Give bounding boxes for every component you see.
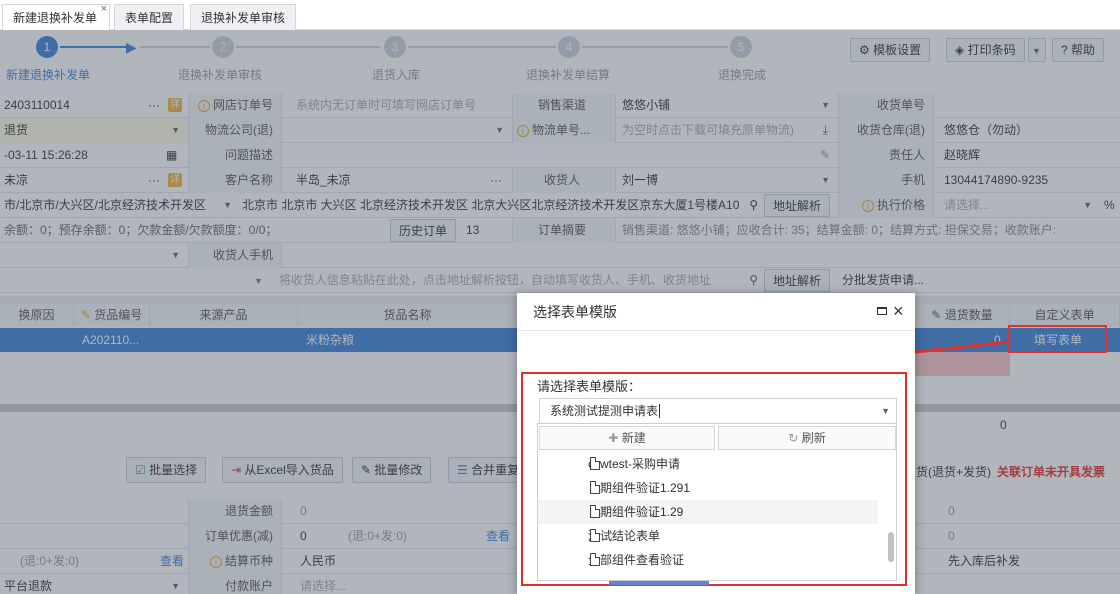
list-item[interactable]: ccwtest-采购申请 [538, 452, 878, 476]
document-icon [590, 457, 600, 470]
plus-icon: ✚ [608, 431, 622, 445]
document-icon [590, 481, 600, 494]
tab-label: 新建退换补发单 [13, 11, 98, 25]
template-prompt: 请选择表单模版： [537, 379, 642, 394]
tab-new-return[interactable]: 新建退换补发单 × [2, 3, 110, 31]
dialog-title: 选择表单模版 [517, 293, 915, 331]
list-item[interactable]: 日期组件验证1.291 [538, 476, 878, 500]
document-icon [590, 529, 600, 542]
hidden-button-edge [609, 581, 709, 585]
document-icon [590, 505, 600, 518]
tab-bar: 新建退换补发单 × 表单配置 退换补发单审核 [0, 0, 1120, 31]
caret-down-icon: ▼ [881, 406, 890, 416]
template-dropdown: ✚ 新建 ↻ 刷新 ccwtest-采购申请 日期组件验证1.291 日期组件验… [537, 423, 897, 581]
maximize-icon[interactable] [877, 307, 887, 315]
select-template-dialog: 选择表单模版 × 请选择表单模版： 系统测试提测申请表 ▼ ✚ 新建 ↻ 刷新 c… [517, 293, 915, 594]
dropdown-scrollbar[interactable] [888, 532, 894, 562]
document-icon [590, 553, 600, 566]
tab-form-config[interactable]: 表单配置 [114, 4, 184, 30]
list-item[interactable]: 测试结论表单 [538, 524, 878, 548]
list-item[interactable]: 日期组件验证1.29 [538, 500, 878, 524]
close-icon[interactable]: × [101, 0, 107, 22]
list-item[interactable]: 全部组件查看验证 [538, 548, 878, 572]
refresh-icon: ↻ [788, 431, 802, 445]
new-template-button[interactable]: ✚ 新建 [539, 426, 715, 450]
close-icon[interactable]: × [893, 301, 904, 322]
refresh-button[interactable]: ↻ 刷新 [718, 426, 896, 450]
template-combo[interactable]: 系统测试提测申请表 ▼ [539, 398, 897, 424]
tab-return-review[interactable]: 退换补发单审核 [190, 4, 296, 30]
annotation-box-fill-form [1008, 325, 1107, 353]
